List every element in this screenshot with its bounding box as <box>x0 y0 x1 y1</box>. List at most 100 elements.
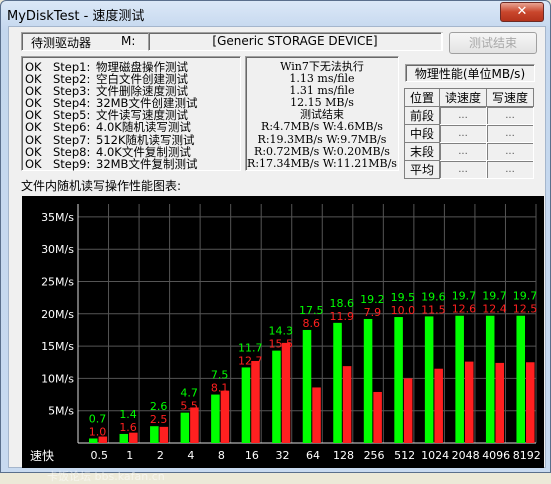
data-label-series-2: 8.1 <box>211 382 229 395</box>
data-label-series-2: 1.0 <box>89 425 107 438</box>
x-tick-label: 8192 <box>513 449 541 462</box>
window-title: MyDiskTest - 速度测试 <box>7 9 145 24</box>
chart-bar-series-1 <box>516 315 526 443</box>
step-number-column: Step1: Step2: Step3: Step4: Step5: Step6: Step… <box>53 61 90 170</box>
chart-bar-series-1 <box>241 367 251 443</box>
x-axis-first-label: 速快 <box>30 449 54 463</box>
perf-write-value: ... <box>486 142 534 161</box>
chart-bar-series-2 <box>281 342 291 443</box>
data-label-series-1: 17.5 <box>299 304 324 317</box>
watermark: 卡饭论坛 bbs.kafan.cn <box>47 470 165 483</box>
chart-svg: 5M/s 10M/s 15M/s 20M/s 25M/s 30M/s 35M/s 速快 0.5 1… <box>30 204 541 463</box>
data-label-series-1: 0.7 <box>89 412 107 425</box>
perf-row: 末段 ... ... <box>404 142 534 161</box>
step-number: Step8: <box>53 144 91 159</box>
step-number: Step9: <box>53 156 91 171</box>
chart-bar-series-2 <box>495 362 505 443</box>
x-tick-label: 256 <box>364 449 385 462</box>
data-label-series-2: 12.4 <box>482 303 507 316</box>
client-area: 待测驱动器 M: [Generic STORAGE DEVICE] 测试结束 O… <box>8 26 546 483</box>
chart-bar-series-2 <box>251 360 260 443</box>
step-description: 32MB文件复制测试 <box>96 156 198 171</box>
data-label-series-2: 12.7 <box>238 354 263 367</box>
step-status: OK <box>25 144 42 159</box>
perf-position: 平均 <box>404 160 440 179</box>
chart-bar-series-2 <box>464 361 474 443</box>
step-result: R:4.7MB/s W:4.6MB/s <box>261 120 383 134</box>
chart-bar-series-1 <box>88 438 98 443</box>
data-label-series-1: 19.5 <box>391 291 416 304</box>
chart-bar-series-2 <box>159 426 169 443</box>
step-description: 512K随机读写测试 <box>96 132 195 147</box>
steps-panel: OK OK OK OK OK OK OK OK OK Step1: Step2: Step3: Ste… <box>21 56 241 171</box>
perf-row: 平均 ... ... <box>404 160 534 179</box>
results-panel: Win7下无法执行 1.13 ms/file 1.31 ms/file 12.15 M… <box>245 56 399 171</box>
perf-position: 前段 <box>404 106 440 125</box>
chart-bar-series-2 <box>190 407 199 443</box>
step-description: 4.0K随机读写测试 <box>96 120 191 135</box>
step-status-column: OK OK OK OK OK OK OK OK OK <box>25 61 42 170</box>
data-label-series-2: 2.5 <box>150 413 168 426</box>
chart-bar-series-1 <box>180 412 190 443</box>
chart-bar-series-1 <box>150 426 159 443</box>
perf-read-value: ... <box>439 124 487 143</box>
app-window: MyDiskTest - 速度测试 ✕ 待测驱动器 M: [Generic ST… <box>0 0 551 483</box>
step-status: OK <box>25 156 42 171</box>
step-description-column: 物理磁盘操作测试 空白文件创建测试 文件删除速度测试 32MB文件创建测试 文件读写速度… <box>96 61 197 170</box>
chart-bar-series-2 <box>220 390 230 443</box>
chart-bar-series-1 <box>272 350 281 443</box>
chart-bar-series-1 <box>455 315 464 443</box>
perf-table: 位置 读速度 写速度 前段 ... ... 中段 ... ... 末段 ... … <box>404 88 534 179</box>
chart-bar-series-2 <box>342 366 352 443</box>
perf-header-position: 位置 <box>404 88 440 107</box>
chart-bar-series-1 <box>119 433 129 443</box>
data-label-series-1: 7.5 <box>211 369 229 382</box>
x-tick-label: 2048 <box>452 449 480 462</box>
x-tick-label: 2 <box>157 449 164 462</box>
data-label-series-2: 1.6 <box>119 421 137 434</box>
step-status: OK <box>25 120 42 135</box>
data-label-series-2: 12.5 <box>513 303 538 316</box>
title-bar[interactable]: MyDiskTest - 速度测试 ✕ <box>1 1 550 25</box>
x-tick-label: 1024 <box>421 449 449 462</box>
drive-letter: M: <box>121 34 136 48</box>
step-number: Step6: <box>53 120 91 135</box>
step-result: R:19.3MB/s W:9.7MB/s <box>257 132 387 146</box>
perf-read-value: ... <box>439 160 487 179</box>
end-test-button[interactable]: 测试结束 <box>449 32 537 54</box>
perf-header-read: 读速度 <box>439 88 487 107</box>
chart-bar-series-2 <box>312 387 321 443</box>
perf-row: 中段 ... ... <box>404 124 534 143</box>
y-tick-label: 20M/s <box>41 308 74 321</box>
y-tick-label: 10M/s <box>41 372 74 385</box>
data-label-series-1: 14.3 <box>268 325 293 338</box>
perf-position: 末段 <box>404 142 440 161</box>
perf-read-value: ... <box>439 106 487 125</box>
data-label-series-2: 11.9 <box>330 310 355 323</box>
x-tick-label: 16 <box>245 449 259 462</box>
perf-write-value: ... <box>486 106 534 125</box>
step-number: Step7: <box>53 132 91 147</box>
data-label-series-2: 15.5 <box>268 338 293 351</box>
perf-header-write: 写速度 <box>486 88 534 107</box>
y-tick-label: 30M/s <box>41 243 74 256</box>
x-tick-label: 4 <box>187 449 194 462</box>
chart-bar-series-2 <box>434 368 443 443</box>
perf-read-value: ... <box>439 142 487 161</box>
perf-write-value: ... <box>486 160 534 179</box>
x-tick-label: 0.5 <box>91 449 109 462</box>
y-tick-label: 25M/s <box>41 276 74 289</box>
chart-bar-series-1 <box>485 315 495 443</box>
chart-bar-series-1 <box>363 318 373 443</box>
data-label-series-1: 19.7 <box>513 290 538 303</box>
chart-bar-series-2 <box>403 378 413 443</box>
y-tick-label: 35M/s <box>41 211 74 224</box>
perf-title: 物理性能(单位MB/s) <box>414 67 526 81</box>
data-label-series-1: 19.7 <box>452 290 477 303</box>
x-tick-label: 128 <box>333 449 354 462</box>
data-label-series-1: 1.4 <box>119 408 137 421</box>
data-label-series-1: 4.7 <box>180 387 198 400</box>
x-tick-label: 1 <box>126 449 133 462</box>
close-button[interactable]: ✕ <box>500 2 544 22</box>
data-label-series-1: 19.7 <box>482 290 507 303</box>
